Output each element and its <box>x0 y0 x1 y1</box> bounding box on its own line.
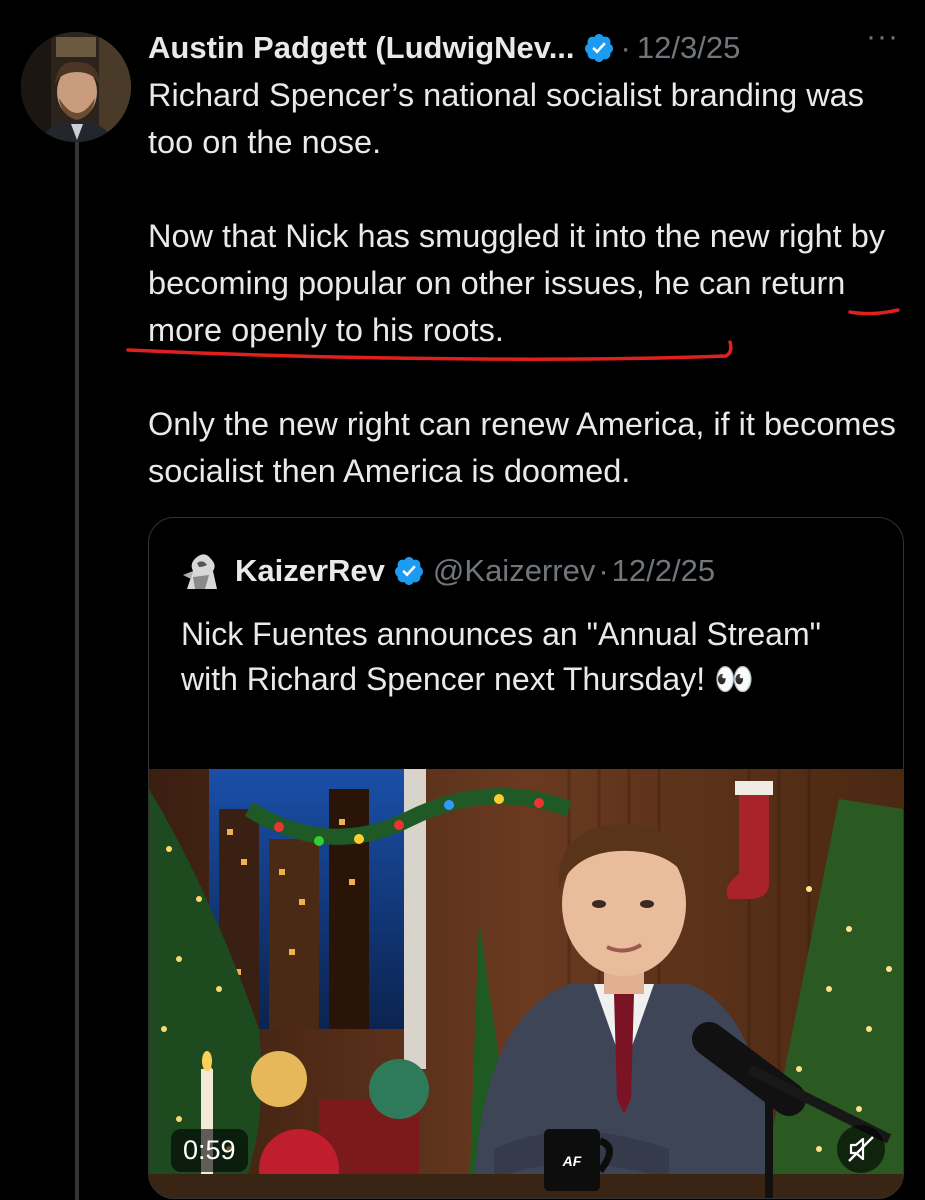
quoted-tweet-header: KaizerRev @Kaizerrev · 12/2/25 <box>179 550 715 592</box>
video-thumbnail <box>149 769 903 1198</box>
author-avatar[interactable] <box>21 32 131 142</box>
speaker-muted-icon <box>848 1136 874 1162</box>
tweet-paragraph-1: Richard Spencer’s national socialist bra… <box>148 77 864 160</box>
video-player[interactable]: AF 0:59 <box>149 769 903 1198</box>
author-name[interactable]: Austin Padgett (LudwigNev... <box>148 30 575 66</box>
tweet-header: Austin Padgett (LudwigNev... · 12/3/25 <box>148 24 905 72</box>
tweet-text: Richard Spencer’s national socialist bra… <box>148 72 908 495</box>
thread-connector-line <box>75 138 79 1200</box>
verified-badge-icon <box>584 34 613 62</box>
mug-logo: AF <box>562 1153 582 1169</box>
mute-button[interactable] <box>837 1125 885 1173</box>
header-separator: · <box>620 30 631 65</box>
quoted-author-name[interactable]: KaizerRev <box>235 553 385 589</box>
quoted-tweet-card[interactable]: KaizerRev @Kaizerrev · 12/2/25 Nick Fuen… <box>148 517 904 1199</box>
quoted-header-separator: · <box>598 553 609 588</box>
tweet-paragraph-2: Now that Nick has smuggled it into the n… <box>148 218 886 348</box>
video-duration: 0:59 <box>171 1129 248 1172</box>
quoted-handle[interactable]: @Kaizerrev <box>433 553 595 589</box>
quoted-date[interactable]: 12/2/25 <box>612 553 715 589</box>
tweet-date[interactable]: 12/3/25 <box>637 30 740 66</box>
quoted-tweet-text: Nick Fuentes announces an "Annual Stream… <box>181 616 821 697</box>
tweet-paragraph-3: Only the new right can renew America, if… <box>148 406 896 489</box>
quoted-verified-badge-icon <box>394 557 423 585</box>
more-options-icon[interactable]: ··· <box>866 20 899 54</box>
quoted-author-avatar[interactable] <box>179 549 223 593</box>
